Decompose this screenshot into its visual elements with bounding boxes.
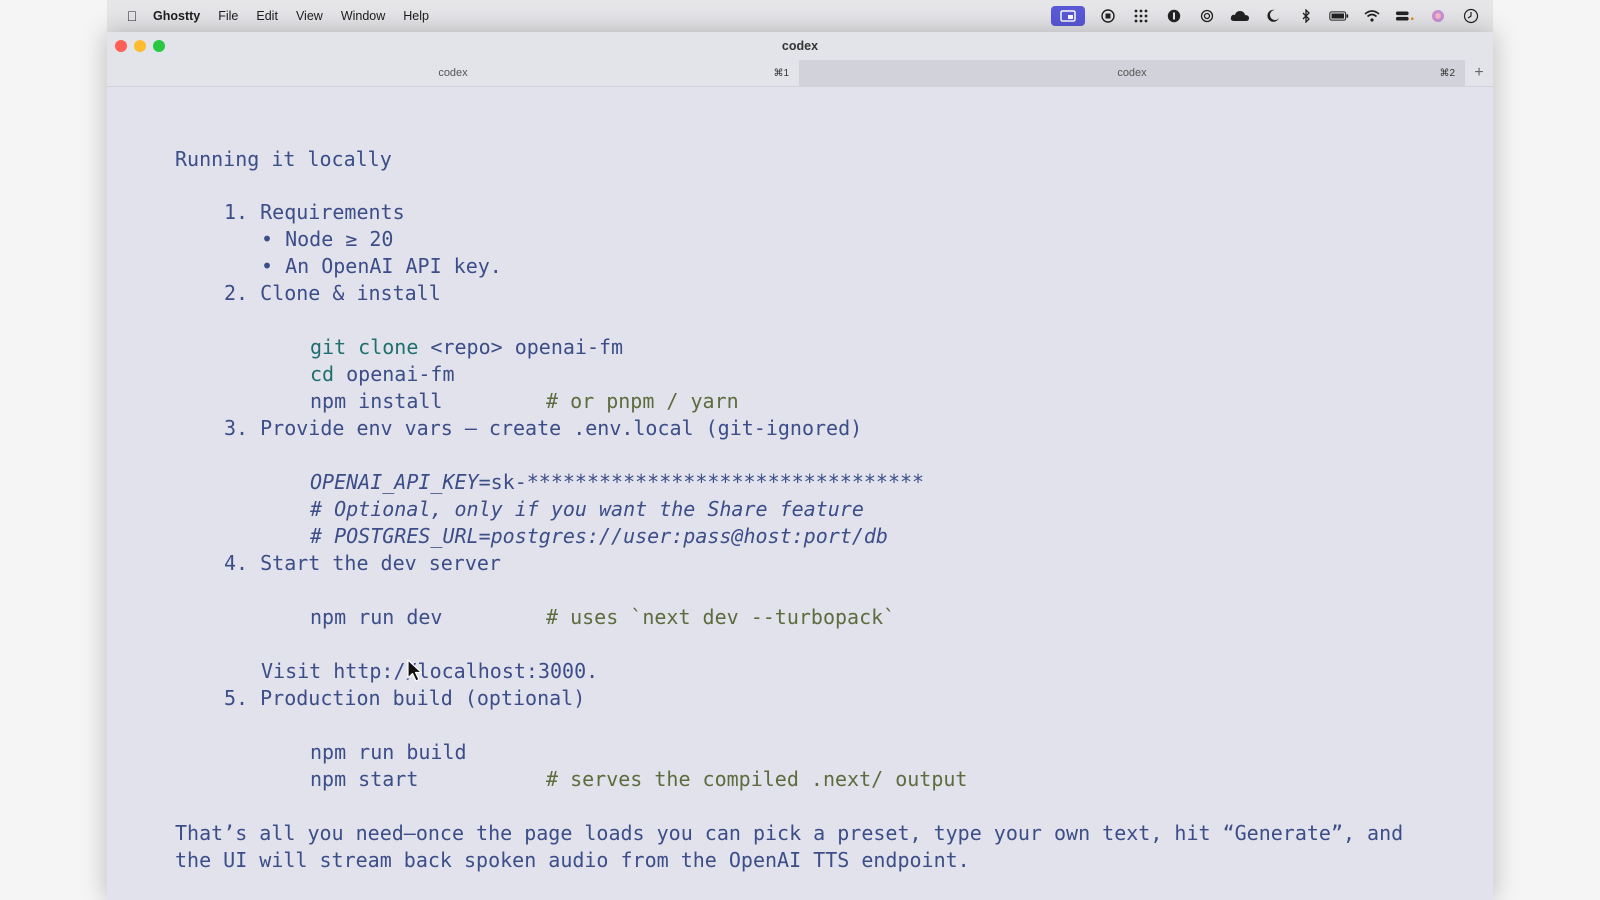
heading: Running it locally — [175, 147, 392, 171]
menu-window[interactable]: Window — [341, 9, 385, 23]
new-tab-button[interactable]: + — [1465, 60, 1493, 86]
step-2: 2. Clone & install — [224, 281, 441, 305]
record-icon[interactable] — [1098, 7, 1118, 25]
battery-icon[interactable] — [1329, 7, 1349, 25]
maximize-button[interactable] — [153, 40, 165, 52]
code-line-cd: cd openai-fm — [310, 361, 455, 388]
bluetooth-icon[interactable] — [1296, 7, 1316, 25]
cloud-icon[interactable] — [1230, 7, 1250, 25]
mouse-pointer-icon — [407, 659, 423, 682]
window-title: codex — [781, 39, 819, 53]
menu-app-name[interactable]: Ghostty — [153, 9, 200, 23]
minimize-button[interactable] — [134, 40, 146, 52]
screen-share-icon[interactable] — [1051, 6, 1085, 26]
code-keyword: cd — [310, 362, 335, 386]
tab-2-label: codex — [1117, 67, 1147, 79]
code-comment-postgres: # POSTGRES_URL=postgres://user:pass@host… — [310, 524, 888, 548]
wifi-icon[interactable] — [1362, 7, 1382, 25]
onepassword-icon[interactable] — [1164, 7, 1184, 25]
terminal-output[interactable]: Running it locally 1. Requirements • Nod… — [107, 87, 1493, 900]
code-comment-serves: # serves the compiled .next/ output — [546, 767, 968, 791]
step-4: 4. Start the dev server — [224, 551, 501, 575]
code-line-npm-install: npm install — [310, 389, 443, 413]
code-comment: # or pnpm / yarn — [546, 389, 739, 413]
code-line-git-clone: git clone <repo> openai-fm — [310, 334, 623, 361]
grid-icon[interactable] — [1131, 7, 1151, 25]
siri-icon[interactable] — [1428, 7, 1448, 25]
step-1-bullet-2: • An OpenAI API key. — [261, 254, 502, 278]
step-5: 5. Production build (optional) — [224, 686, 586, 710]
step-3: 3. Provide env vars – create .env.local … — [224, 416, 863, 440]
env-key: OPENAI_API_KEY — [310, 470, 479, 494]
menu-file[interactable]: File — [218, 9, 238, 23]
code-comment-optional: # Optional, only if you want the Share f… — [310, 497, 864, 521]
step-1: 1. Requirements — [224, 200, 405, 224]
apple-icon[interactable]:  — [115, 8, 149, 24]
title-bar: codex — [107, 32, 1493, 60]
code-line-api-key: OPENAI_API_KEY=sk-**********************… — [310, 469, 924, 496]
tab-1-shortcut: ⌘1 — [773, 67, 789, 79]
tab-1[interactable]: codex ⌘1 — [107, 60, 799, 86]
code-line-npm-run-dev: npm run dev — [310, 605, 443, 629]
tab-2[interactable]: codex ⌘2 — [799, 60, 1465, 86]
step-1-bullet-1: • Node ≥ 20 — [261, 227, 394, 251]
clock-icon[interactable] — [1461, 7, 1481, 25]
tab-bar: codex ⌘1 codex ⌘2 + — [107, 60, 1493, 87]
tab-1-label: codex — [438, 67, 468, 79]
tab-2-shortcut: ⌘2 — [1439, 67, 1455, 79]
env-value: =sk-********************************* — [478, 470, 925, 494]
closing-line-1: That’s all you need—once the page loads … — [175, 821, 1404, 845]
closing-line-2: the UI will stream back spoken audio fro… — [175, 848, 970, 872]
window-controls — [115, 40, 165, 52]
menu-edit[interactable]: Edit — [256, 9, 278, 23]
status-area — [1051, 6, 1493, 26]
menu-bar:  Ghostty File Edit View Window Help — [107, 0, 1493, 32]
code-args: openai-fm — [334, 362, 455, 386]
code-line-npm-run-build: npm run build — [310, 740, 467, 764]
openai-icon[interactable] — [1197, 7, 1217, 25]
close-button[interactable] — [115, 40, 127, 52]
code-keyword: git clone — [310, 335, 419, 359]
menu-view[interactable]: View — [296, 9, 323, 23]
visit-localhost: Visit http://localhost:3000. — [261, 659, 599, 683]
terminal-window: codex codex ⌘1 codex ⌘2 + Running it loc… — [107, 32, 1493, 900]
menu-help[interactable]: Help — [403, 9, 429, 23]
control-center-icon[interactable] — [1395, 7, 1415, 25]
code-comment-turbopack: # uses `next dev --turbopack` — [546, 605, 896, 629]
code-line-npm-start: npm start — [310, 767, 419, 791]
moon-icon[interactable] — [1263, 7, 1283, 25]
code-args: <repo> openai-fm — [418, 335, 624, 359]
